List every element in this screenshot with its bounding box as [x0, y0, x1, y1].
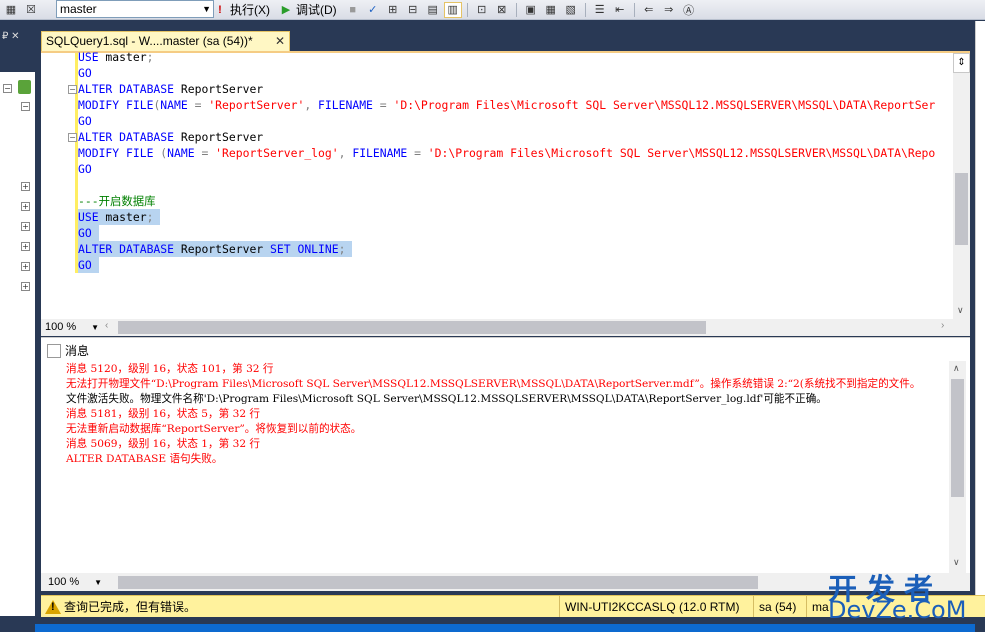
ssms-window: ▦ ☒ ! 执行(X) ▶ 调试(D) ■ ✓ ⊞ ⊟ ▤ ▥ ⊡ ⊠ ▣ ▦ …: [0, 0, 985, 632]
message-line: 消息 5120，级别 16，状态 101，第 32 行: [66, 363, 274, 375]
toolbar-separator: [584, 2, 586, 17]
toolbar-separator: [633, 2, 635, 17]
message-line: 文件激活失败。物理文件名称'D:\Program Files\Microsoft…: [66, 393, 827, 405]
results-zoom-select[interactable]: 100 % ▼: [46, 575, 104, 590]
message-line: 消息 5181，级别 16，状态 5，第 32 行: [66, 408, 261, 420]
tab-sqlquery1[interactable]: SQLQuery1.sql - W....master (sa (54))* ✕: [41, 31, 290, 51]
query-options-icon[interactable]: ☒: [22, 2, 40, 18]
horizontal-scrollbar-thumb[interactable]: [118, 321, 706, 334]
collapse-region-icon[interactable]: −: [68, 133, 77, 142]
tab-title: SQLQuery1.sql - W....master (sa (54))*: [46, 34, 253, 48]
chevron-down-icon: ▼: [91, 323, 99, 332]
execute-button[interactable]: 执行(X): [230, 1, 270, 18]
editor-zoom-select[interactable]: 100 % ▼: [43, 320, 101, 335]
chevron-down-icon[interactable]: ∨: [957, 305, 964, 316]
scroll-left-icon[interactable]: ‹: [105, 320, 108, 331]
status-database: ma: [806, 596, 829, 618]
messages-icon: [47, 344, 61, 358]
query-editor[interactable]: USE master; GO − ALTER DATABASE ReportSe…: [41, 50, 970, 321]
results-text-icon[interactable]: ▣: [522, 2, 540, 18]
code-line-selected: GO: [78, 225, 99, 241]
close-icon[interactable]: ✕: [275, 32, 285, 50]
toolbar-separator: [515, 2, 517, 17]
tab-messages[interactable]: 消息: [47, 342, 89, 360]
zoom-value: 100 %: [48, 576, 80, 588]
watermark-bottom: DevZe.CoM: [828, 596, 967, 624]
horizontal-scrollbar-thumb[interactable]: [118, 576, 758, 589]
tab-messages-label: 消息: [65, 344, 90, 358]
status-user: sa (54): [753, 596, 796, 618]
results-tab-strip: 消息: [41, 337, 970, 361]
increase-indent-icon[interactable]: ⇒: [660, 2, 678, 18]
code-line-selected: ALTER DATABASE ReportServer SET ONLINE;: [78, 241, 353, 257]
code-line: USE master;: [78, 50, 154, 64]
message-line: ALTER DATABASE 语句失败。: [66, 453, 223, 465]
pin-icon[interactable]: ₽ ✕: [2, 31, 20, 42]
chevron-down-icon: ▼: [94, 578, 102, 587]
debug-play-icon[interactable]: ▶: [277, 2, 295, 18]
scrollbar-thumb[interactable]: [955, 173, 968, 245]
code-line-selected: USE master;: [78, 209, 161, 225]
editor-vertical-scrollbar[interactable]: ∨: [953, 53, 970, 321]
parse-check-icon[interactable]: ✓: [364, 2, 382, 18]
toolbar-icon[interactable]: ▦: [2, 2, 20, 18]
message-line: 无法重新启动数据库“ReportServer”。将恢复到以前的状态。: [66, 423, 362, 435]
split-window-button[interactable]: ⇕: [953, 53, 970, 73]
query-designer-icon[interactable]: ⊟: [404, 2, 422, 18]
code-line: GO: [78, 162, 92, 176]
expand-node-icon[interactable]: +: [21, 202, 30, 211]
expand-node-icon[interactable]: +: [21, 242, 30, 251]
code-line-selected: GO: [78, 257, 99, 273]
collapse-node-icon[interactable]: −: [3, 84, 12, 93]
collapse-region-icon[interactable]: −: [68, 85, 77, 94]
properties-panel-collapsed: [975, 21, 985, 595]
results-to-grid-icon[interactable]: ▥: [443, 1, 462, 18]
expand-node-icon[interactable]: +: [21, 182, 30, 191]
comment-icon[interactable]: ☰: [591, 2, 609, 18]
scroll-right-icon[interactable]: ›: [941, 320, 944, 331]
display-plan-icon[interactable]: ⊞: [384, 2, 402, 18]
toolbar-separator: [466, 2, 468, 17]
intellisense-icon[interactable]: ▤: [424, 2, 442, 18]
messages-vertical-scrollbar[interactable]: ∧ ∨: [949, 361, 966, 573]
code-line: GO: [78, 66, 92, 80]
message-line: 无法打开物理文件“D:\Program Files\Microsoft SQL …: [66, 378, 921, 390]
editor-zoom-bar: 100 % ▼ ‹ ›: [41, 319, 970, 336]
debug-button[interactable]: 调试(D): [296, 1, 337, 18]
messages-pane[interactable]: 消息 5120，级别 16，状态 101，第 32 行 无法打开物理文件“D:\…: [41, 361, 970, 573]
decrease-indent-icon[interactable]: ⇐: [640, 2, 658, 18]
object-explorer-tree: − − + + + + + +: [0, 72, 35, 616]
stop-icon[interactable]: ■: [344, 2, 362, 18]
expand-node-icon[interactable]: +: [21, 222, 30, 231]
server-icon: [18, 80, 31, 94]
toolbar: ▦ ☒ ! 执行(X) ▶ 调试(D) ■ ✓ ⊞ ⊟ ▤ ▥ ⊡ ⊠ ▣ ▦ …: [0, 0, 985, 20]
results-file-icon[interactable]: ▧: [562, 2, 580, 18]
collapse-node-icon[interactable]: −: [21, 102, 30, 111]
message-line: 消息 5069，级别 16，状态 1，第 32 行: [66, 438, 261, 450]
expand-node-icon[interactable]: +: [21, 262, 30, 271]
results-grid-icon[interactable]: ▦: [542, 2, 560, 18]
chevron-down-icon: ▼: [202, 4, 211, 14]
code-line: GO: [78, 114, 92, 128]
expand-node-icon[interactable]: +: [21, 282, 30, 291]
zoom-value: 100 %: [45, 321, 77, 333]
chevron-up-icon[interactable]: ∧: [953, 363, 960, 374]
scrollbar-thumb[interactable]: [951, 379, 964, 497]
status-message: 查询已完成，但有错误。: [64, 600, 197, 614]
code-line: MODIFY FILE (NAME = 'ReportServer_log', …: [78, 146, 936, 160]
specify-values-icon[interactable]: Ⓐ: [680, 2, 698, 18]
status-server: WIN-UTI2KCCASLQ (12.0 RTM): [559, 596, 739, 618]
client-stats-icon[interactable]: ⊠: [493, 2, 511, 18]
code-line: ALTER DATABASE ReportServer: [78, 82, 264, 96]
code-line: MODIFY FILE(NAME = 'ReportServer', FILEN…: [78, 98, 936, 112]
watermark: 开发者 DevZe.CoM: [828, 566, 978, 628]
database-select-value: master: [60, 2, 97, 16]
code-line: ALTER DATABASE ReportServer: [78, 130, 264, 144]
include-plan-icon[interactable]: ⊡: [473, 2, 491, 18]
database-select[interactable]: master ▼: [56, 0, 214, 18]
uncomment-icon[interactable]: ⇤: [611, 2, 629, 18]
code-line: ---开启数据库: [78, 194, 156, 208]
warning-exclamation: !: [51, 601, 55, 613]
